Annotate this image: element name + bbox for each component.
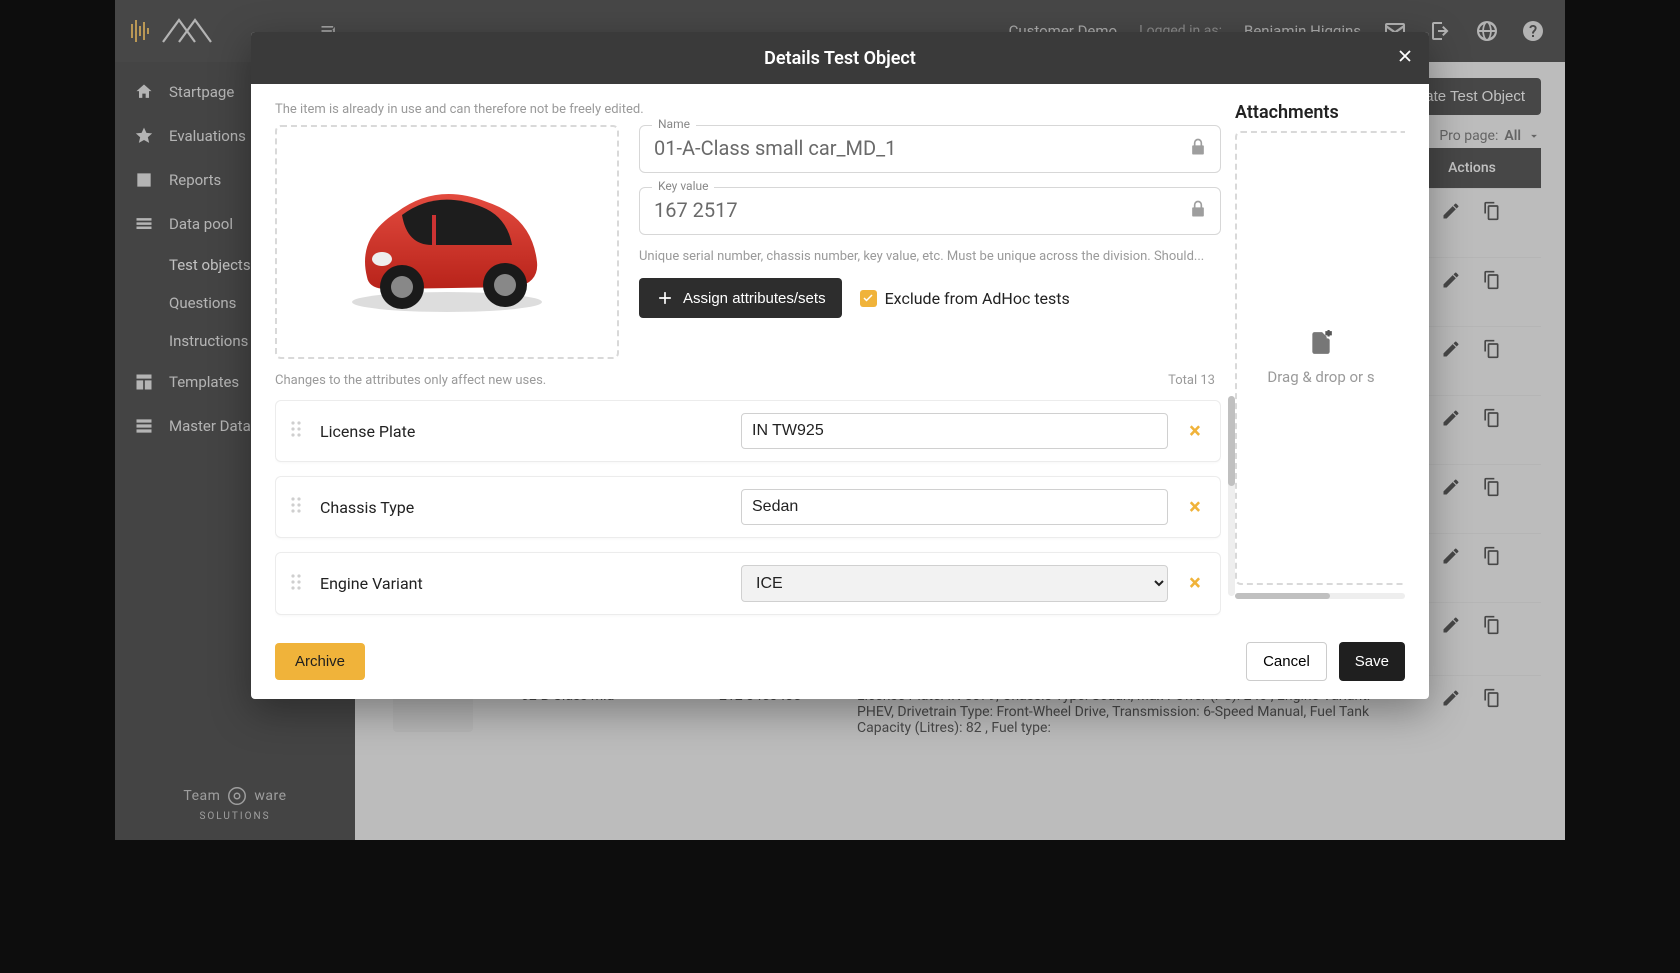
- attribute-row: Engine Variant ICE ×: [275, 552, 1221, 615]
- attr-label: License Plate: [320, 422, 725, 441]
- attr-label: Chassis Type: [320, 498, 725, 517]
- exclude-checkbox[interactable]: Exclude from AdHoc tests: [860, 289, 1070, 308]
- attachments-title: Attachments: [1235, 102, 1405, 123]
- scrollbar[interactable]: [1228, 396, 1235, 596]
- drag-handle-icon[interactable]: [290, 420, 304, 442]
- key-value-field: Key value 167 2517: [639, 187, 1221, 235]
- edit-notice: The item is already in use and can there…: [275, 102, 1221, 117]
- lock-icon: [1188, 199, 1208, 223]
- attr-total: Total 13: [1168, 373, 1215, 388]
- image-dropzone[interactable]: [275, 125, 619, 359]
- key-value-label: Key value: [652, 179, 714, 193]
- cancel-button[interactable]: Cancel: [1246, 642, 1327, 681]
- remove-attribute-icon[interactable]: ×: [1184, 419, 1206, 444]
- attribute-list: License Plate×Chassis Type×Engine Varian…: [275, 400, 1221, 620]
- add-file-icon: [1308, 330, 1334, 356]
- attr-label: Engine Variant: [320, 574, 725, 593]
- test-object-image: [337, 167, 557, 317]
- attribute-row: License Plate ×: [275, 400, 1221, 462]
- remove-attribute-icon[interactable]: ×: [1184, 571, 1206, 596]
- modal-overlay: Details Test Object The item is already …: [115, 0, 1565, 840]
- attr-input[interactable]: [741, 489, 1168, 525]
- attr-input[interactable]: [741, 413, 1168, 449]
- save-button[interactable]: Save: [1339, 642, 1405, 681]
- attr-select[interactable]: ICE: [741, 565, 1168, 602]
- attr-notice: Changes to the attributes only affect ne…: [275, 373, 546, 388]
- attachments-hint: Drag & drop or s: [1267, 368, 1374, 386]
- drag-handle-icon[interactable]: [290, 496, 304, 518]
- horizontal-scrollbar[interactable]: [1235, 593, 1405, 599]
- attachments-dropzone[interactable]: Drag & drop or s: [1235, 131, 1405, 585]
- key-value: 167 2517: [654, 198, 1206, 222]
- modal: Details Test Object The item is already …: [251, 32, 1429, 699]
- drag-handle-icon[interactable]: [290, 573, 304, 595]
- attribute-row: Chassis Type ×: [275, 476, 1221, 538]
- remove-attribute-icon[interactable]: ×: [1184, 495, 1206, 520]
- name-value: 01-A-Class small car_MD_1: [654, 136, 1206, 160]
- close-icon[interactable]: [1395, 46, 1415, 70]
- assign-attributes-button[interactable]: Assign attributes/sets: [639, 278, 842, 318]
- modal-title: Details Test Object: [764, 48, 916, 69]
- key-value-hint: Unique serial number, chassis number, ke…: [639, 249, 1221, 264]
- name-label: Name: [652, 117, 696, 131]
- name-field: Name 01-A-Class small car_MD_1: [639, 125, 1221, 173]
- lock-icon: [1188, 137, 1208, 161]
- archive-button[interactable]: Archive: [275, 643, 365, 680]
